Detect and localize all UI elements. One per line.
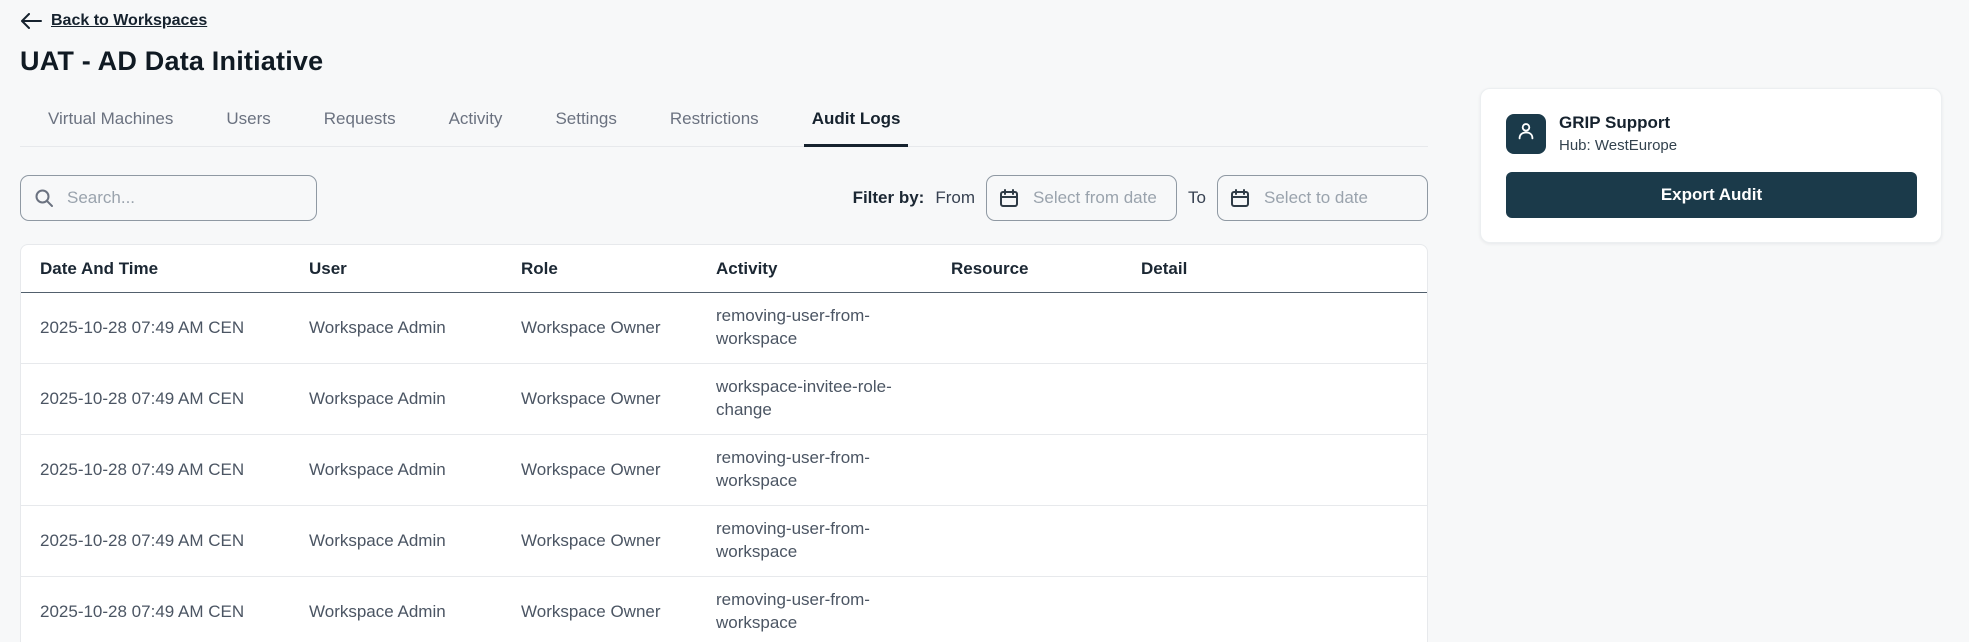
cell-user: Workspace Admin	[309, 389, 521, 409]
export-audit-button[interactable]: Export Audit	[1506, 172, 1917, 218]
tab-audit-logs[interactable]: Audit Logs	[804, 109, 909, 146]
cell-user: Workspace Admin	[309, 318, 521, 338]
tab-requests[interactable]: Requests	[316, 109, 404, 146]
col-header-user: User	[309, 259, 521, 279]
filter-row: Filter by: From To	[20, 175, 1428, 221]
tab-bar: Virtual Machines Users Requests Activity…	[20, 109, 1428, 147]
cell-activity: removing-user-from-workspace	[716, 435, 921, 505]
table-header-row: Date And Time User Role Activity Resourc…	[21, 245, 1427, 293]
col-header-datetime: Date And Time	[40, 259, 309, 279]
cell-activity: removing-user-from-workspace	[716, 506, 921, 576]
calendar-icon	[1230, 188, 1250, 213]
tab-restrictions[interactable]: Restrictions	[662, 109, 767, 146]
support-card: GRIP Support Hub: WestEurope Export Audi…	[1480, 88, 1942, 243]
table-row[interactable]: 2025-10-28 07:49 AM CEN Workspace Admin …	[21, 506, 1427, 577]
cell-datetime: 2025-10-28 07:49 AM CEN	[40, 531, 309, 551]
col-header-role: Role	[521, 259, 716, 279]
search-input[interactable]	[20, 175, 317, 221]
support-hub: Hub: WestEurope	[1559, 137, 1677, 154]
audit-log-table: Date And Time User Role Activity Resourc…	[20, 244, 1428, 642]
table-row[interactable]: 2025-10-28 07:49 AM CEN Workspace Admin …	[21, 577, 1427, 642]
cell-role: Workspace Owner	[521, 389, 716, 409]
cell-datetime: 2025-10-28 07:49 AM CEN	[40, 389, 309, 409]
cell-datetime: 2025-10-28 07:49 AM CEN	[40, 602, 309, 622]
cell-user: Workspace Admin	[309, 531, 521, 551]
col-header-detail: Detail	[1141, 259, 1427, 279]
cell-role: Workspace Owner	[521, 318, 716, 338]
tab-virtual-machines[interactable]: Virtual Machines	[40, 109, 181, 146]
page-title: UAT - AD Data Initiative	[20, 46, 1428, 77]
col-header-activity: Activity	[716, 259, 951, 279]
cell-role: Workspace Owner	[521, 531, 716, 551]
filter-by-label: Filter by:	[853, 188, 925, 208]
cell-datetime: 2025-10-28 07:49 AM CEN	[40, 460, 309, 480]
support-avatar	[1506, 114, 1546, 154]
cell-activity: removing-user-from-workspace	[716, 577, 921, 642]
from-label: From	[935, 188, 975, 208]
calendar-icon	[999, 188, 1019, 213]
tab-settings[interactable]: Settings	[547, 109, 624, 146]
search-icon	[34, 188, 54, 213]
arrow-left-icon	[20, 13, 42, 29]
table-row[interactable]: 2025-10-28 07:49 AM CEN Workspace Admin …	[21, 364, 1427, 435]
back-link-label: Back to Workspaces	[51, 12, 207, 30]
cell-user: Workspace Admin	[309, 460, 521, 480]
cell-datetime: 2025-10-28 07:49 AM CEN	[40, 318, 309, 338]
table-row[interactable]: 2025-10-28 07:49 AM CEN Workspace Admin …	[21, 435, 1427, 506]
cell-activity: removing-user-from-workspace	[716, 293, 921, 363]
tab-users[interactable]: Users	[218, 109, 278, 146]
support-name: GRIP Support	[1559, 113, 1677, 133]
back-to-workspaces-link[interactable]: Back to Workspaces	[20, 12, 207, 30]
main-content: Back to Workspaces UAT - AD Data Initiat…	[20, 0, 1428, 642]
to-label: To	[1188, 188, 1206, 208]
col-header-resource: Resource	[951, 259, 1141, 279]
cell-role: Workspace Owner	[521, 460, 716, 480]
tab-activity[interactable]: Activity	[441, 109, 511, 146]
table-row[interactable]: 2025-10-28 07:49 AM CEN Workspace Admin …	[21, 293, 1427, 364]
cell-activity: workspace-invitee-role-change	[716, 364, 921, 434]
person-icon	[1515, 120, 1537, 147]
cell-role: Workspace Owner	[521, 602, 716, 622]
cell-user: Workspace Admin	[309, 602, 521, 622]
